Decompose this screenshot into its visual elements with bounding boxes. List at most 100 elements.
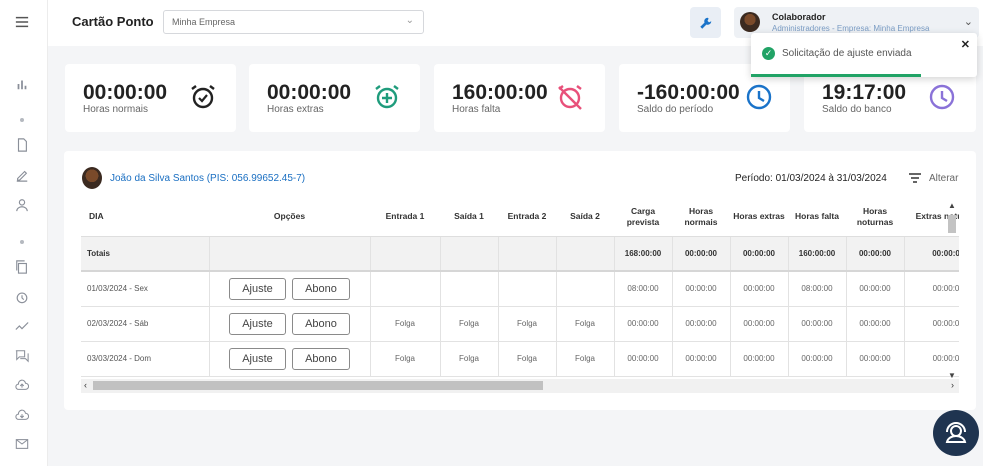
toast-progress-bar [751,74,921,77]
column-header: Carga prevista [614,198,672,237]
scroll-right-icon[interactable]: › [951,380,954,390]
alarm-plus-icon [375,85,399,109]
help-button[interactable] [933,410,979,456]
table-cell: Folga [439,341,498,377]
totals-row: Totais 168:00:00 00:00:00 00:00:00 160:0… [81,236,959,272]
table-cell: 00:00:00 [613,306,672,342]
tools-button[interactable] [690,7,721,38]
avatar [740,12,760,32]
vertical-scrollbar[interactable]: ▲ ▼ [946,201,958,380]
user-icon[interactable] [14,197,30,213]
horizontal-scrollbar[interactable]: ‹ › [81,379,959,393]
card-label: Horas normais [83,104,149,115]
copy-icon[interactable] [14,259,30,275]
table-cell [369,271,440,307]
column-header: Horas extras [730,198,788,237]
ajuste-button[interactable]: Ajuste [229,347,286,370]
options-cell: Ajuste Abono [208,341,370,377]
table-header-row: DIA Opções Entrada 1 Saída 1 Entrada 2 S… [81,198,959,237]
card-horas-extras: 00:00:00 Horas extras [249,64,420,132]
table-cell: 00:00:00 [671,236,730,272]
alarm-icon[interactable] [14,289,30,305]
clock-icon [929,84,955,110]
scroll-left-icon[interactable]: ‹ [84,380,87,390]
scroll-up-icon[interactable]: ▲ [948,201,956,210]
alarm-clock-icon [191,85,215,109]
table-cell: 08:00:00 [787,271,846,307]
card-value: -160:00:00 [637,81,740,104]
table-cell [439,271,498,307]
table-cell: 00:00:00 [729,271,788,307]
table-cell: 08:00:00 [613,271,672,307]
company-select-value: Minha Empresa [172,17,236,27]
ajuste-button[interactable]: Ajuste [229,277,286,300]
table-cell [555,271,614,307]
trend-icon[interactable] [14,318,30,334]
table-cell: Folga [555,341,614,377]
timesheet-table: DIA Opções Entrada 1 Saída 1 Entrada 2 S… [81,198,959,377]
bar-chart-icon[interactable] [14,76,30,92]
table-cell: 168:00:00 [613,236,672,272]
table-cell: Folga [497,306,556,342]
menu-icon[interactable] [14,14,30,30]
chevron-down-icon: ⌄ [963,16,973,28]
user-name: Colaborador [772,12,826,22]
ajuste-button[interactable]: Ajuste [229,312,286,335]
table-cell: 00:00:00 [671,306,730,342]
chevron-down-icon: ⌄ [405,15,414,26]
table-cell: Folga [369,306,440,342]
card-value: 00:00:00 [83,81,168,104]
timesheet-table-container[interactable]: DIA Opções Entrada 1 Saída 1 Entrada 2 S… [81,198,959,380]
table-row: 01/03/2024 - Sex Ajuste Abono 08:00:00 00… [81,271,959,307]
company-select[interactable]: Minha Empresa ⌄ [163,10,424,34]
table-cell [497,236,556,272]
chat-icon[interactable] [14,348,30,364]
mail-icon[interactable] [14,436,30,452]
abono-button[interactable]: Abono [292,312,350,335]
employee-name-link[interactable]: João da Silva Santos (PIS: 056.99652.45-… [110,173,305,184]
table-cell: 00:00:00 [845,306,904,342]
table-cell: 00:00:00 [671,341,730,377]
sidebar [0,0,48,466]
table-cell [208,236,370,272]
cloud-download-icon[interactable] [14,407,30,423]
column-header: Saída 2 [556,198,614,237]
column-header: Entrada 2 [498,198,556,237]
edit-icon[interactable] [14,167,30,183]
card-value: 00:00:00 [267,81,352,104]
change-period-link[interactable]: Alterar [929,173,958,184]
filter-icon[interactable] [908,171,922,185]
table-cell: 00:00:00 [729,236,788,272]
column-header: Horas falta [788,198,846,237]
alarm-off-icon [558,85,582,110]
column-header: Horas noturnas [846,198,904,237]
table-cell: 00:00:00 [729,341,788,377]
day-cell: 02/03/2024 - Sáb [81,306,209,342]
success-toast: ✓ Solicitação de ajuste enviada ✕ [751,33,977,77]
column-header: Opções [209,198,370,237]
table-cell: 00:00:00 [787,341,846,377]
page-title: Cartão Ponto [72,14,154,29]
card-value: 19:17:00 [822,81,907,104]
user-role: Administradores - Empresa: Minha Empresa [772,24,930,33]
options-cell: Ajuste Abono [208,271,370,307]
avatar [82,167,102,189]
card-horas-normais: 00:00:00 Horas normais [65,64,236,132]
card-label: Horas extras [267,104,324,115]
close-icon[interactable]: ✕ [961,38,970,51]
scrollbar-thumb[interactable] [948,215,956,233]
day-cell: 01/03/2024 - Sex [81,271,209,307]
card-label: Saldo do banco [822,104,892,115]
abono-button[interactable]: Abono [292,277,350,300]
column-header: Saída 1 [440,198,498,237]
sidebar-separator-dot [20,240,24,244]
cloud-upload-icon[interactable] [14,377,30,393]
scrollbar-thumb[interactable] [93,381,543,390]
table-cell: 00:00:00 [613,341,672,377]
table-cell: 00:00:00 [845,236,904,272]
abono-button[interactable]: Abono [292,347,350,370]
document-icon[interactable] [14,137,30,153]
table-cell: Folga [555,306,614,342]
table-cell [439,236,498,272]
totals-label: Totais [81,236,209,272]
